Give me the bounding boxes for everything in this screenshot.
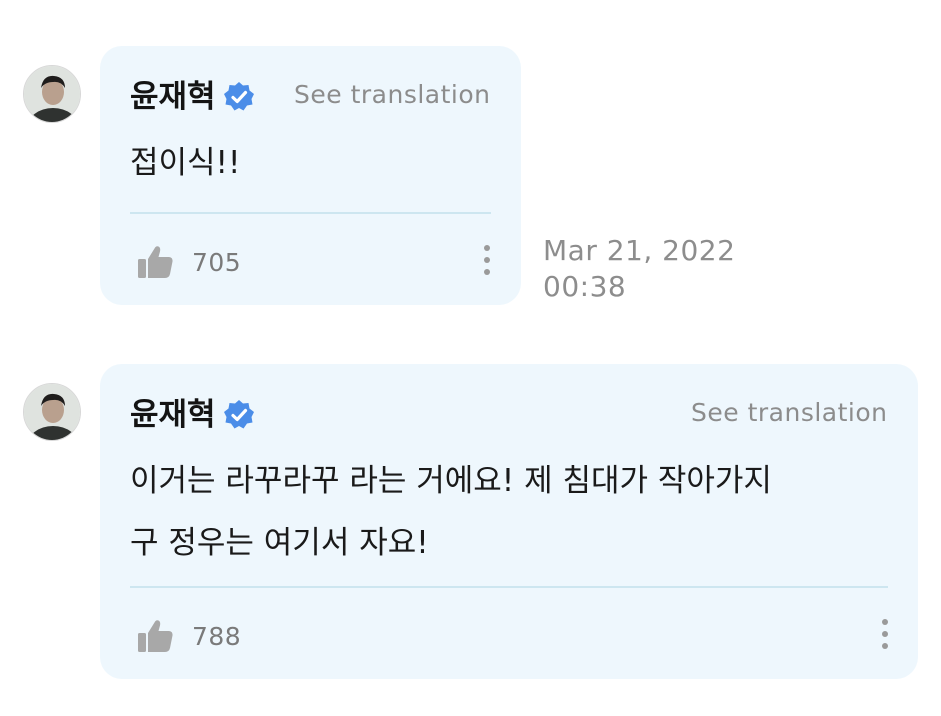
verified-badge-icon: [222, 80, 256, 114]
timestamp-date: Mar 21, 2022: [543, 234, 736, 267]
more-options-button[interactable]: [477, 242, 497, 282]
comment-author: 윤재혁: [130, 398, 256, 432]
like-button[interactable]: [136, 616, 176, 656]
more-options-button[interactable]: [875, 616, 895, 656]
comment-bubble: 윤재혁 See translation 이거는 라꾸라꾸 라는 거에요! 제 침…: [100, 364, 918, 679]
comment-bubble: 윤재혁 See translation 접이식!! 705: [100, 46, 521, 305]
like-count: 705: [192, 248, 242, 277]
comments-screen: 윤재혁 See translation 접이식!! 705 Mar 21, 20…: [0, 0, 941, 716]
timestamp-time: 00:38: [543, 270, 627, 303]
author-avatar[interactable]: [23, 383, 81, 441]
comment-text-line: 이거는 라꾸라꾸 라는 거에요! 제 침대가 작아가지: [130, 463, 772, 499]
like-count: 788: [192, 622, 242, 651]
comment-divider: [130, 212, 491, 214]
comment-text: 접이식!!: [130, 132, 240, 194]
comment-text-line: 구 정우는 여기서 자요!: [130, 525, 429, 561]
comment-text: 이거는 라꾸라꾸 라는 거에요! 제 침대가 작아가지 구 정우는 여기서 자요…: [130, 450, 772, 574]
avatar-photo: [24, 66, 80, 122]
comment-author: 윤재혁: [130, 80, 256, 114]
thumbs-up-icon: [138, 246, 173, 278]
author-avatar[interactable]: [23, 65, 81, 123]
see-translation-link[interactable]: See translation: [294, 82, 491, 107]
more-vertical-icon: [882, 619, 888, 649]
verified-badge-icon: [222, 398, 256, 432]
comment-text-line: 접이식!!: [130, 145, 241, 181]
avatar-photo: [24, 384, 80, 440]
thumbs-up-icon: [138, 620, 173, 652]
like-button[interactable]: [136, 242, 176, 282]
comment-divider: [130, 586, 888, 588]
comment-timestamp: Mar 21, 2022 00:38: [543, 233, 735, 305]
author-name[interactable]: 윤재혁: [130, 81, 216, 113]
author-name[interactable]: 윤재혁: [130, 399, 216, 431]
more-vertical-icon: [484, 245, 490, 275]
see-translation-link[interactable]: See translation: [691, 400, 888, 425]
